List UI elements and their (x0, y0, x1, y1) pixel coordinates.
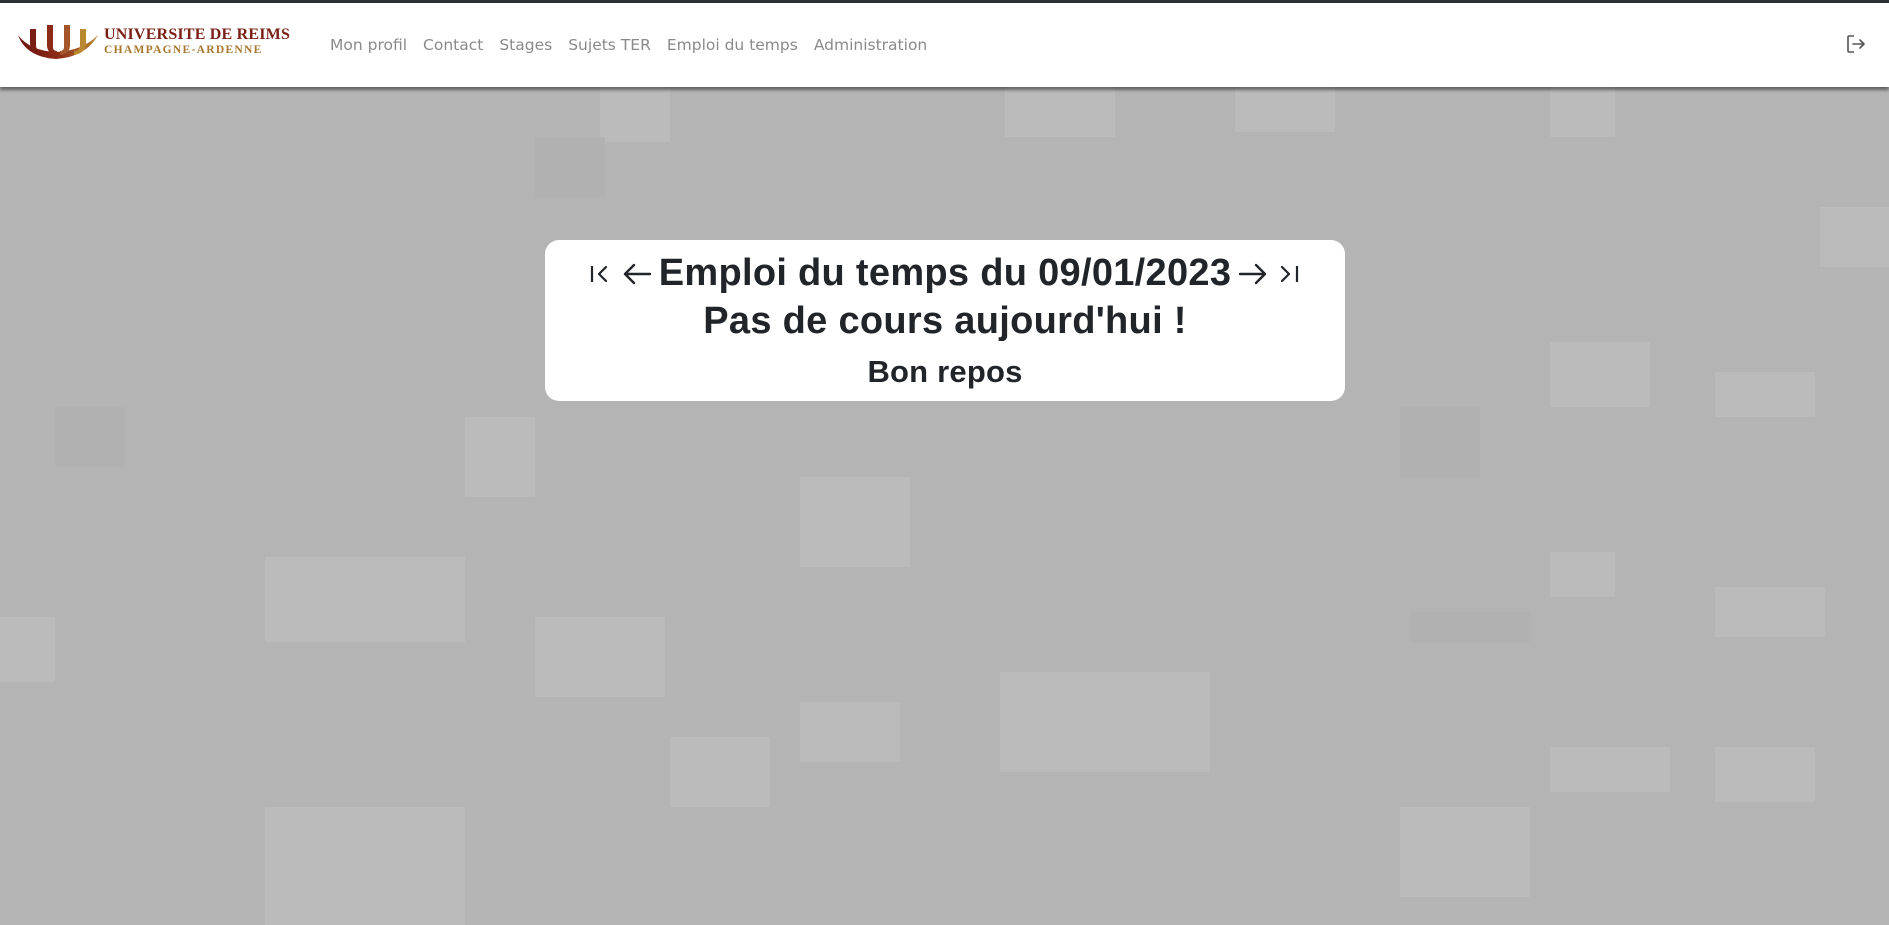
schedule-card: Emploi du temps du 09/01/2023 Pas de cou… (545, 240, 1345, 401)
nav-item-stages[interactable]: Stages (499, 36, 552, 54)
nav-item-contact[interactable]: Contact (423, 36, 483, 54)
nav-item-mon-profil[interactable]: Mon profil (330, 36, 407, 54)
logo-line-1: UNIVERSITE DE REIMS (104, 26, 291, 43)
next-arrow-icon[interactable] (1236, 256, 1270, 290)
nav-item-emploi-du-temps[interactable]: Emploi du temps (667, 36, 798, 54)
logo-line-2: CHAMPAGNE-ARDENNE (104, 44, 263, 56)
nav-menu: Mon profil Contact Stages Sujets TER Emp… (330, 3, 943, 87)
university-logo[interactable]: UNIVERSITE DE REIMS CHAMPAGNE-ARDENNE (16, 21, 291, 63)
university-emblem-icon (18, 25, 98, 59)
previous-arrow-icon[interactable] (620, 256, 654, 290)
logout-icon[interactable] (1845, 33, 1867, 55)
no-class-message: Pas de cours aujourd'hui ! (703, 300, 1187, 342)
first-page-icon[interactable] (586, 256, 620, 290)
schedule-header: Emploi du temps du 09/01/2023 (545, 248, 1345, 298)
last-page-icon[interactable] (1270, 256, 1304, 290)
rest-message: Bon repos (867, 354, 1023, 389)
background-pattern (0, 87, 1889, 925)
navbar: UNIVERSITE DE REIMS CHAMPAGNE-ARDENNE Mo… (0, 3, 1889, 87)
schedule-title: Emploi du temps du 09/01/2023 (658, 251, 1232, 294)
nav-item-administration[interactable]: Administration (814, 36, 927, 54)
nav-item-sujets-ter[interactable]: Sujets TER (568, 36, 651, 54)
